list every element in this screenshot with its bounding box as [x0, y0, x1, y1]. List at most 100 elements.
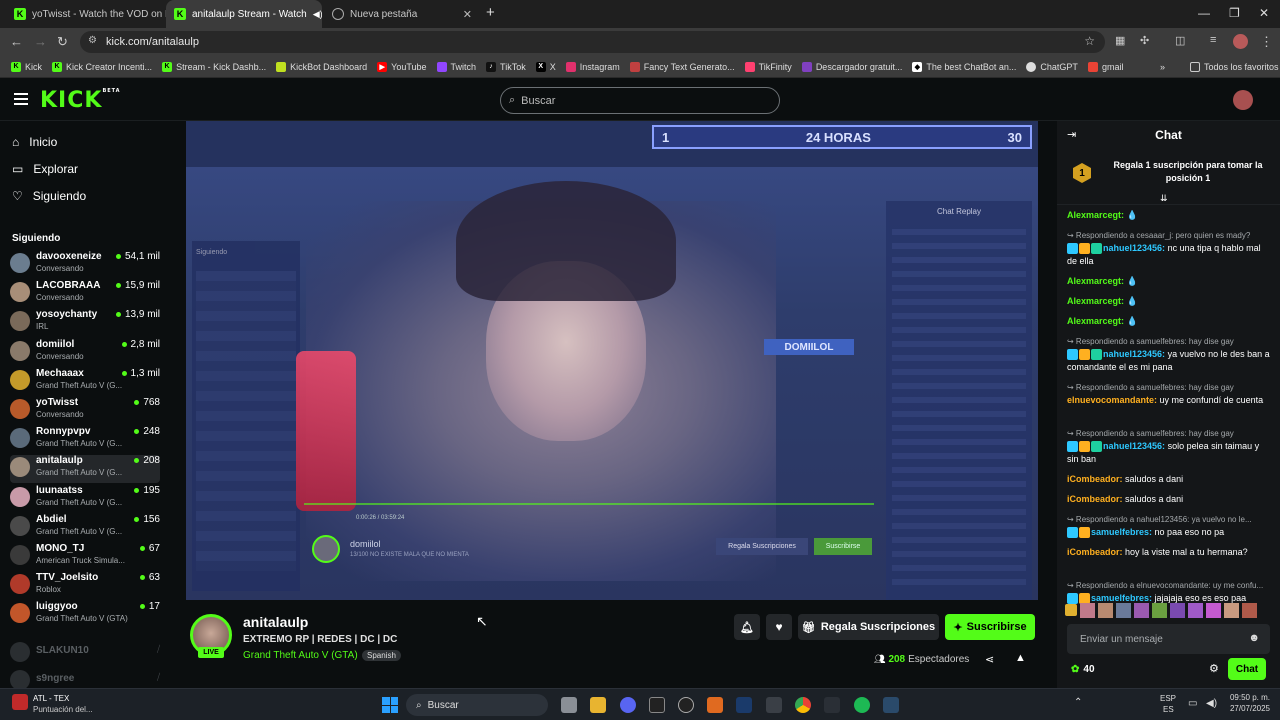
back-icon[interactable]: ← — [10, 34, 23, 49]
close-tab-icon[interactable]: ✕ — [463, 8, 472, 21]
following-item-offline[interactable]: SLAKUN10 ⧸ — [10, 640, 160, 668]
extension-icon[interactable]: ▦ — [1115, 34, 1125, 47]
video-player[interactable]: 1 24 HORAS 30 Siguiendo DOMIILOL Chat Re… — [186, 121, 1038, 600]
browser-tab-active[interactable]: K anitalaulp Stream - Watch ◀) ✕ — [166, 0, 322, 28]
emoji-icon[interactable]: ☻ — [1248, 632, 1260, 644]
chat-username[interactable]: nahuel123456: — [1103, 243, 1165, 253]
sidebar-item-siguiendo[interactable]: ♡ Siguiendo — [12, 189, 86, 203]
following-item[interactable]: Mechaaax Grand Theft Auto V (G... 1,3 mil — [10, 368, 160, 396]
follow-button[interactable]: ♥ — [766, 614, 792, 640]
following-item[interactable]: yoTwisst Conversando 768 — [10, 397, 160, 425]
app-icon[interactable] — [766, 697, 782, 713]
bookmark-item[interactable]: Fancy Text Generato... — [625, 61, 740, 72]
following-item[interactable]: LACOBRAAA Conversando 15,9 mil — [10, 280, 160, 308]
following-item[interactable]: TTV_Joelsito Roblox 63 — [10, 572, 160, 600]
chat-message[interactable]: Alexmarcegt: 💧 — [1067, 315, 1270, 328]
following-item[interactable]: Ronnypvpv Grand Theft Auto V (G... 248 — [10, 426, 160, 454]
user-avatar[interactable] — [1233, 90, 1253, 110]
chat-message[interactable]: iCombeador: hoy la viste mal a tu herman… — [1067, 546, 1270, 559]
minimize-icon[interactable]: — — [1198, 6, 1210, 20]
media-icon[interactable]: ≡ — [1210, 34, 1216, 46]
bookmark-star-icon[interactable]: ☆ — [1084, 34, 1095, 48]
chat-username[interactable]: iCombeador: — [1067, 474, 1123, 484]
hamburger-menu-icon[interactable] — [14, 93, 28, 105]
browser-tab[interactable]: K yoTwisst - Watch the VOD on K ✕ — [6, 0, 166, 28]
chat-input[interactable]: Enviar un mensaje ☻ — [1067, 624, 1270, 654]
restore-icon[interactable]: ❐ — [1229, 6, 1240, 20]
chat-username[interactable]: nahuel123456: — [1103, 349, 1165, 359]
obs-icon[interactable] — [678, 697, 694, 713]
bookmark-item[interactable]: TikFinity — [740, 61, 797, 72]
bookmark-item[interactable]: Instagram — [561, 61, 625, 72]
chat-username[interactable]: Alexmarcegt: — [1067, 296, 1124, 306]
bookmark-item[interactable]: K Kick — [6, 61, 47, 72]
close-window-icon[interactable]: ✕ — [1259, 6, 1269, 20]
bookmark-item[interactable]: gmail — [1083, 61, 1129, 72]
chat-username[interactable]: Alexmarcegt: — [1067, 210, 1124, 220]
emote-icon[interactable] — [1065, 604, 1077, 616]
emote-icon[interactable] — [1080, 602, 1095, 618]
epic-games-icon[interactable] — [649, 697, 665, 713]
bookmark-item[interactable]: KickBot Dashboard — [271, 61, 372, 72]
kick-logo[interactable]: KICKBETA — [40, 88, 121, 113]
emote-icon[interactable] — [1116, 602, 1131, 618]
news-widget-icon[interactable] — [12, 694, 28, 710]
bookmark-item[interactable]: XX — [531, 61, 561, 72]
following-item[interactable]: MONO_TJ American Truck Simula... 67 — [10, 543, 160, 571]
app-icon[interactable] — [707, 697, 723, 713]
network-icon[interactable]: ▭ — [1188, 698, 1197, 709]
widget-title[interactable]: ATL - TEX — [33, 694, 69, 703]
send-chat-button[interactable]: Chat — [1228, 658, 1266, 680]
chat-message[interactable]: Alexmarcegt: 💧 — [1067, 209, 1270, 222]
bookmark-item[interactable]: K Stream - Kick Dashb... — [157, 61, 271, 72]
emote-icon[interactable] — [1134, 602, 1149, 618]
chat-username[interactable]: iCombeador: — [1067, 547, 1123, 557]
following-item[interactable]: yosoychanty IRL 13,9 mil — [10, 309, 160, 337]
app-icon[interactable] — [883, 697, 899, 713]
gift-subs-button[interactable]: 🎁︎ Regala Suscripciones — [798, 614, 939, 640]
chat-message[interactable]: ↪ Respondiendo a cesaaar_j: pero quien e… — [1067, 229, 1270, 268]
spotify-icon[interactable] — [854, 697, 870, 713]
emote-icon[interactable] — [1206, 602, 1221, 618]
bookmark-item[interactable]: ChatGPT — [1021, 61, 1083, 72]
chat-message[interactable]: ↪ Respondiendo a samuelfebres: hay dise … — [1067, 427, 1270, 466]
emote-icon[interactable] — [1152, 602, 1167, 618]
sidebar-item-inicio[interactable]: ⌂ Inicio — [12, 135, 57, 149]
file-explorer-icon[interactable] — [590, 697, 606, 713]
following-item[interactable]: luunaatss Grand Theft Auto V (G... 195 — [10, 485, 160, 513]
following-item[interactable]: luiggyoo Grand Theft Auto V (GTA) 17 — [10, 601, 160, 629]
bookmark-item[interactable]: ▶ YouTube — [372, 61, 431, 72]
tray-overflow-icon[interactable]: ⌃ — [1074, 697, 1082, 708]
browser-tab[interactable]: Nueva pestaña ✕ — [324, 0, 480, 28]
chat-message[interactable]: Alexmarcegt: 💧 — [1067, 295, 1270, 308]
chat-message[interactable]: Alexmarcegt: 💧 — [1067, 275, 1270, 288]
emote-icon[interactable] — [1170, 602, 1185, 618]
chat-message[interactable]: iCombeador: saludos a dani — [1067, 493, 1270, 506]
chat-username[interactable]: Alexmarcegt: — [1067, 276, 1124, 286]
share-icon[interactable]: ⋖ — [985, 653, 994, 666]
chat-message[interactable]: ↪ Respondiendo a samuelfebres: hay dise … — [1067, 335, 1270, 374]
bookmark-item[interactable]: Twitch — [432, 61, 482, 72]
report-icon[interactable]: ▲ — [1015, 652, 1026, 664]
menu-dots-icon[interactable]: ⋮ — [1260, 34, 1273, 50]
sidepanel-icon[interactable]: ◫ — [1175, 34, 1185, 47]
chat-settings-icon[interactable]: ⚙ — [1209, 662, 1219, 675]
stream-category-link[interactable]: Grand Theft Auto V (GTA) — [243, 650, 358, 661]
reload-icon[interactable]: ↻ — [57, 34, 68, 50]
chat-username[interactable]: nahuel123456: — [1103, 441, 1165, 451]
site-info-icon[interactable]: ⚙ — [88, 35, 97, 46]
following-item[interactable]: anitalaulp Grand Theft Auto V (G... 208 — [10, 455, 160, 484]
task-view-icon[interactable] — [561, 697, 577, 713]
chat-username[interactable]: samuelfebres: — [1091, 527, 1152, 537]
chrome-icon[interactable] — [795, 697, 811, 713]
language-tag[interactable]: Spanish — [362, 650, 401, 661]
steam-icon[interactable] — [736, 697, 752, 713]
bookmark-item[interactable]: ♪ TikTok — [481, 61, 531, 72]
taskbar-search[interactable]: ⌕ Buscar — [406, 694, 548, 716]
chat-message[interactable]: ↪ Respondiendo a samuelfebres: hay dise … — [1067, 381, 1270, 407]
pinned-gift-leaderboard[interactable]: 1 Regala 1 suscripción para tomar la pos… — [1057, 151, 1280, 205]
chat-username[interactable]: elnuevocomandante: — [1067, 395, 1157, 405]
bookmark-item[interactable]: K Kick Creator Incenti... — [47, 61, 157, 72]
following-item[interactable]: Abdiel Grand Theft Auto V (G... 156 — [10, 514, 160, 542]
chat-message[interactable]: iCombeador: saludos a dani — [1067, 473, 1270, 486]
